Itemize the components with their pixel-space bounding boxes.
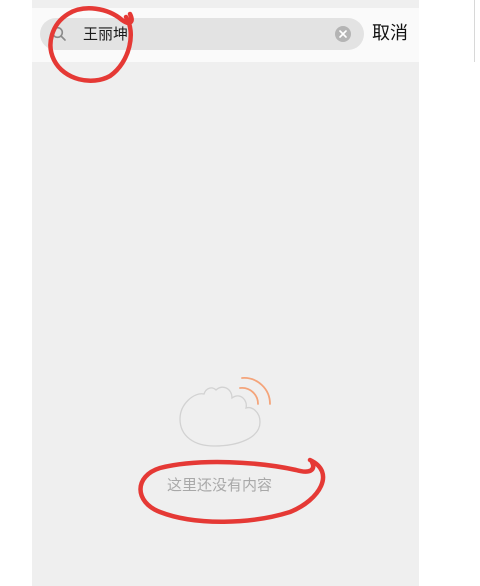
empty-illustration-icon xyxy=(179,377,271,447)
cancel-button[interactable]: 取消 xyxy=(372,18,408,50)
right-margin xyxy=(419,0,480,586)
clear-icon[interactable] xyxy=(334,25,352,43)
search-field[interactable]: 王丽坤 xyxy=(40,18,364,50)
left-margin xyxy=(0,0,32,586)
search-icon xyxy=(51,26,66,41)
edge-divider xyxy=(474,0,475,62)
empty-state-message: 这里还没有内容 xyxy=(166,476,272,494)
search-input[interactable]: 王丽坤 xyxy=(83,18,128,50)
app-screen: 王丽坤 取消 这里还没有内容 xyxy=(32,0,419,586)
search-header: 王丽坤 取消 xyxy=(32,8,419,62)
